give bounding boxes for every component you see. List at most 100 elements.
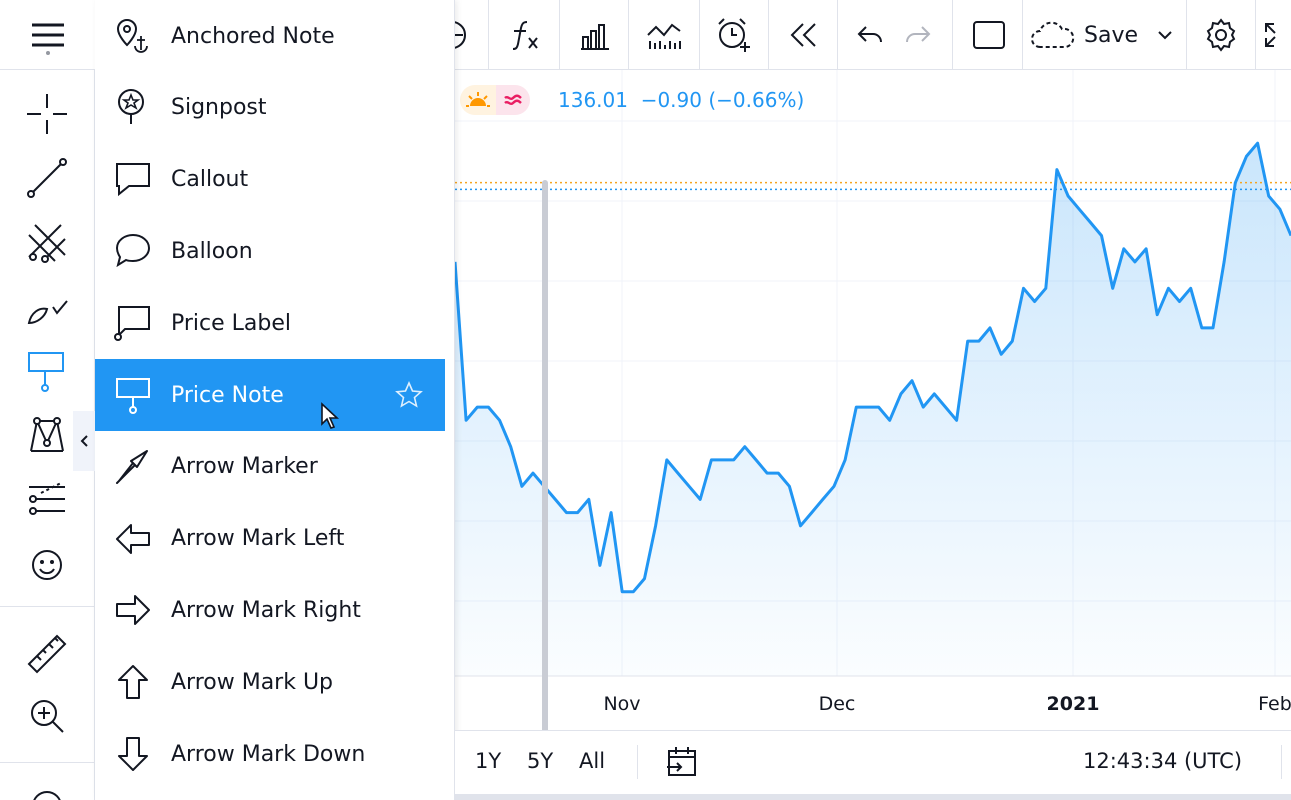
save-dropdown-button[interactable] <box>1150 0 1180 70</box>
goto-date-button[interactable] <box>665 745 699 783</box>
calendar-arrow-icon <box>667 747 696 776</box>
menu-item-label: Anchored Note <box>171 23 335 49</box>
fullscreen-layout-button[interactable] <box>956 0 1022 70</box>
magnet-icon <box>33 791 61 800</box>
menu-item-label: Balloon <box>171 238 253 264</box>
menu-item-signpost[interactable]: Signpost <box>95 72 445 144</box>
sun-icon <box>466 92 490 107</box>
arrow-mark-down-icon <box>118 737 148 771</box>
mouse-cursor-icon <box>321 402 340 429</box>
measure-tool[interactable] <box>17 624 77 684</box>
menu-item-label: Signpost <box>171 95 267 121</box>
menu-item-label: Arrow Mark Down <box>171 741 366 767</box>
save-button[interactable]: Save <box>1030 0 1155 70</box>
gear-icon <box>1206 18 1236 52</box>
menu-item-label: Arrow Mark Right <box>171 597 361 623</box>
time-axis-label: Nov <box>603 693 640 715</box>
balloon-icon <box>115 234 151 268</box>
market-status-badge[interactable] <box>460 85 496 115</box>
wave-icon <box>504 94 522 106</box>
time-axis: Nov Dec 2021 Feb <box>603 693 1291 715</box>
price-change: −0.90 (−0.66%) <box>640 88 805 112</box>
function-icon <box>512 21 538 50</box>
annotation-tool[interactable] <box>17 341 77 401</box>
menu-item-price-note[interactable]: Price Note <box>95 359 445 431</box>
bottom-separator-right <box>1281 745 1282 779</box>
price-readout: 136.01 −0.90 (−0.66%) <box>558 88 804 112</box>
menu-item-arrow-mark-down[interactable]: Arrow Mark Down <box>95 718 445 790</box>
menu-item-label: Arrow Mark Up <box>171 669 334 695</box>
horizontal-scrollbar[interactable] <box>455 794 1291 800</box>
menu-item-arrow-mark-right[interactable]: Arrow Mark Right <box>95 574 445 646</box>
menu-item-anchored-note[interactable]: Anchored Note <box>95 0 445 72</box>
smiley-icon <box>32 550 62 580</box>
redo-icon <box>906 26 931 43</box>
zoom-tool[interactable] <box>17 686 77 746</box>
bottom-toolbar: 1Y 5Y All 12:43:34 (UTC) <box>455 730 1291 800</box>
price-label-icon <box>114 306 150 342</box>
main-menu-button[interactable] <box>0 0 95 70</box>
arrow-mark-left-icon <box>116 523 150 554</box>
utc-clock[interactable]: 12:43:34 (UTC) <box>1083 749 1242 773</box>
menu-item-arrow-mark-up[interactable]: Arrow Mark Up <box>95 646 445 718</box>
range-5y-button[interactable]: 5Y <box>527 749 553 773</box>
brush-icon <box>27 300 68 325</box>
price-note-icon <box>116 378 150 414</box>
chart-legend: 136.01 −0.90 (−0.66%) <box>460 85 804 115</box>
menu-item-label: Arrow Mark Left <box>171 526 345 552</box>
rewind-icon <box>790 23 816 47</box>
menu-item-callout[interactable]: Callout <box>95 144 445 216</box>
trend-line-tool[interactable] <box>17 148 77 208</box>
bar-chart-icon <box>581 24 609 50</box>
undo-icon <box>857 26 882 43</box>
menu-scrollbar[interactable] <box>542 180 548 800</box>
fullscreen-button[interactable] <box>1262 0 1291 70</box>
drawing-toolbar <box>0 70 95 800</box>
price-note-icon <box>28 352 64 392</box>
forecast-icon <box>29 482 65 515</box>
arrow-mark-right-icon <box>116 595 150 626</box>
range-1y-button[interactable]: 1Y <box>475 749 501 773</box>
expand-icon <box>1265 23 1276 47</box>
templates-button[interactable] <box>629 0 699 70</box>
prediction-tool[interactable] <box>17 469 77 529</box>
menu-item-arrow-marker[interactable]: Arrow Marker <box>95 431 445 503</box>
arrow-mark-up-icon <box>118 665 148 700</box>
save-label: Save <box>1084 22 1139 48</box>
alarm-clock-plus-icon <box>718 18 750 52</box>
time-axis-label: Feb <box>1258 693 1291 715</box>
menu-item-arrow-mark-left[interactable]: Arrow Mark Left <box>95 503 445 575</box>
menu-item-label: Callout <box>171 167 249 193</box>
indicators-button[interactable] <box>489 0 559 70</box>
magnet-tool[interactable] <box>17 776 77 800</box>
chart-type-button[interactable] <box>560 0 628 70</box>
undo-button[interactable] <box>845 0 895 70</box>
patterns-tool[interactable] <box>17 405 77 465</box>
trend-line-icon <box>27 158 67 198</box>
star-icon[interactable] <box>395 381 423 409</box>
menu-item-label: Price Label <box>171 310 292 336</box>
alert-button[interactable] <box>700 0 768 70</box>
replay-button[interactable] <box>769 0 837 70</box>
menu-item-price-label[interactable]: Price Label <box>95 287 445 359</box>
data-delay-badge[interactable] <box>496 85 530 115</box>
redo-button[interactable] <box>893 0 943 70</box>
last-price: 136.01 <box>558 88 628 112</box>
fib-tool[interactable] <box>17 213 77 273</box>
chevron-left-icon <box>80 435 88 447</box>
bottom-separator <box>637 745 638 779</box>
brush-tool[interactable] <box>17 277 77 337</box>
time-axis-label: 2021 <box>1047 693 1100 715</box>
settings-button[interactable] <box>1187 0 1255 70</box>
hamburger-icon <box>31 23 64 55</box>
range-all-button[interactable]: All <box>579 749 605 773</box>
crosshair-tool[interactable] <box>17 84 77 144</box>
pitchfork-icon <box>28 224 66 263</box>
crosshair-icon <box>27 94 67 134</box>
chevron-down-icon <box>1158 31 1172 40</box>
price-area <box>455 143 1291 676</box>
menu-item-balloon[interactable]: Balloon <box>95 215 445 287</box>
callout-icon <box>116 162 150 196</box>
icons-tool[interactable] <box>17 535 77 595</box>
price-chart[interactable]: Nov Dec 2021 Feb <box>455 70 1291 730</box>
